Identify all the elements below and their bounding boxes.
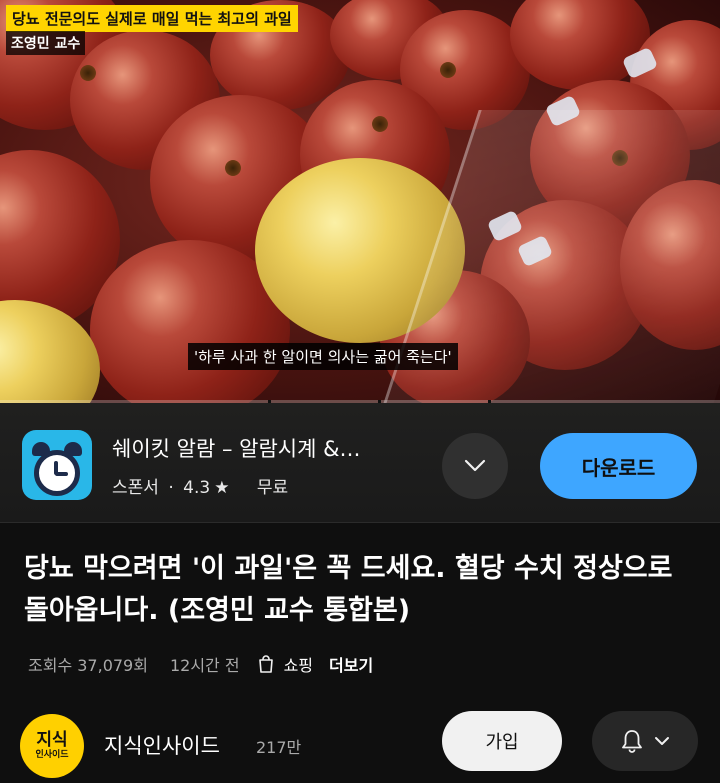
channel-name[interactable]: 지식인사이드: [104, 730, 220, 760]
video-meta[interactable]: 조회수 37,079회 12시간 전 쇼핑 더보기: [28, 652, 373, 676]
ad-download-button[interactable]: 다운로드: [540, 433, 697, 499]
upload-time: 12시간 전: [169, 656, 240, 675]
view-count: 조회수 37,079회: [28, 656, 148, 675]
alarm-clock-icon[interactable]: [22, 430, 92, 500]
ad-sponsored-label: 스폰서: [112, 478, 159, 498]
video-overlay-name: 조영민 교수: [6, 31, 86, 55]
apple-stem: [440, 62, 456, 78]
join-button[interactable]: 가입: [442, 711, 562, 771]
ad-separator: ·: [168, 478, 174, 498]
star-icon: ★: [214, 478, 230, 498]
ad-meta: 스폰서 · 4.3 ★ 무료: [112, 473, 292, 498]
ad-price: 무료: [256, 478, 289, 498]
avatar-text-line1: 지식: [36, 730, 68, 750]
subscriber-count: 217만: [256, 738, 302, 757]
apple-stem: [225, 160, 241, 176]
more-link[interactable]: 더보기: [329, 652, 373, 676]
shopping-bag-icon: [256, 654, 276, 674]
notification-bell-button[interactable]: [592, 711, 698, 771]
clock-hand: [55, 472, 68, 476]
ad-card[interactable]: 쉐이킷 알람 – 알람시계 &… 스폰서 · 4.3 ★ 무료 다운로드: [0, 403, 720, 523]
apple-stem: [80, 65, 96, 81]
chevron-down-icon: [655, 737, 669, 745]
shopping-link[interactable]: 쇼핑: [284, 652, 313, 676]
chevron-down-icon: [464, 459, 486, 472]
video-title[interactable]: 당뇨 막으려면 '이 과일'은 꼭 드세요. 혈당 수치 정상으로 돌아옵니다.…: [24, 548, 704, 632]
apple-stem: [372, 116, 388, 132]
video-caption: '하루 사과 한 알이면 의사는 굶어 죽는다': [188, 343, 458, 370]
apple-shape: [510, 0, 650, 90]
ad-app-name[interactable]: 쉐이킷 알람 – 알람시계 &…: [112, 433, 360, 463]
avatar-text-line2: 인사이드: [35, 750, 69, 760]
bell-icon: [622, 730, 642, 753]
ad-rating: 4.3: [183, 478, 211, 498]
apple-shape: [0, 300, 100, 403]
video-overlay-title: 당뇨 전문의도 실제로 매일 먹는 최고의 과일: [6, 5, 298, 32]
channel-avatar[interactable]: 지식 인사이드: [20, 714, 84, 778]
ad-collapse-button[interactable]: [442, 433, 508, 499]
video-player[interactable]: 당뇨 전문의도 실제로 매일 먹는 최고의 과일 조영민 교수 '하루 사과 한…: [0, 0, 720, 403]
